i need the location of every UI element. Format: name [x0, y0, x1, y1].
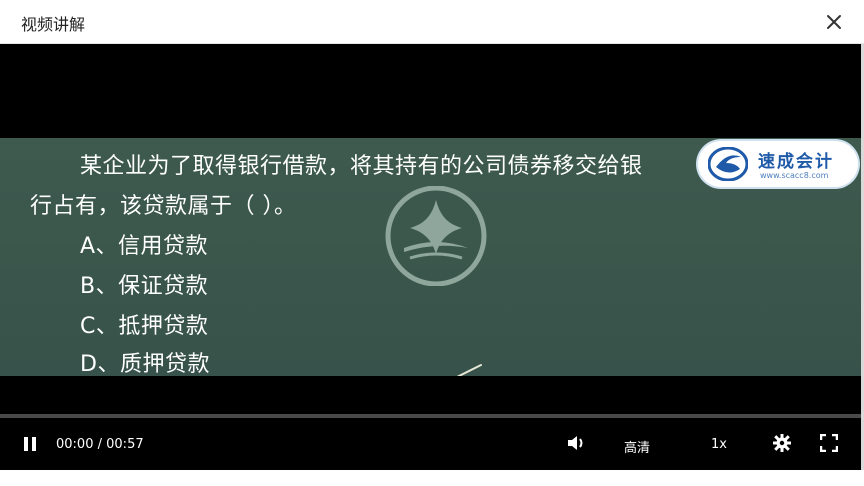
option-b: B、保证贷款 — [80, 274, 209, 299]
question-line-1: 某企业为了取得银行借款，将其持有的公司债券移交给银 — [80, 154, 643, 179]
speed-button[interactable]: 1x — [711, 437, 727, 452]
gear-icon — [772, 433, 792, 453]
pen-cursor-icon — [456, 364, 482, 376]
dialog-footer — [0, 470, 864, 486]
brand-logo: 速成会计 www.scacc8.com — [698, 141, 858, 187]
settings-button[interactable] — [772, 433, 792, 456]
time-separator: / — [97, 437, 102, 452]
option-a: A、信用贷款 — [80, 234, 209, 259]
option-c: C、抵押贷款 — [80, 314, 209, 339]
brand-mark-icon — [708, 147, 748, 181]
fullscreen-icon — [819, 433, 839, 453]
option-d: D、质押贷款 — [80, 352, 210, 376]
video-frame: 某企业为了取得银行借款，将其持有的公司债券移交给银 行占有，该贷款属于（ ）。 … — [0, 138, 864, 376]
watermark-logo-icon — [385, 186, 487, 286]
quality-button[interactable]: 高清 — [624, 437, 650, 456]
current-time: 00:00 — [56, 437, 94, 452]
volume-button[interactable] — [566, 434, 586, 456]
question-line-2: 行占有，该贷款属于（ ）。 — [30, 194, 297, 219]
volume-icon — [568, 436, 583, 450]
brand-name: 速成会计 — [758, 152, 834, 172]
close-icon[interactable] — [824, 12, 844, 32]
duration: 00:57 — [106, 437, 144, 452]
time-display: 00:00 / 00:57 — [56, 437, 144, 452]
control-bar: 00:00 / 00:57 高清 1x — [0, 418, 864, 470]
pause-icon — [24, 437, 36, 451]
brand-url: www.scacc8.com — [760, 171, 829, 180]
dialog-header: 视频讲解 — [0, 0, 864, 44]
video-player[interactable]: 某企业为了取得银行借款，将其持有的公司债券移交给银 行占有，该贷款属于（ ）。 … — [0, 44, 864, 470]
pause-button[interactable] — [22, 436, 38, 456]
dialog-title: 视频讲解 — [21, 15, 86, 34]
fullscreen-button[interactable] — [819, 433, 839, 456]
